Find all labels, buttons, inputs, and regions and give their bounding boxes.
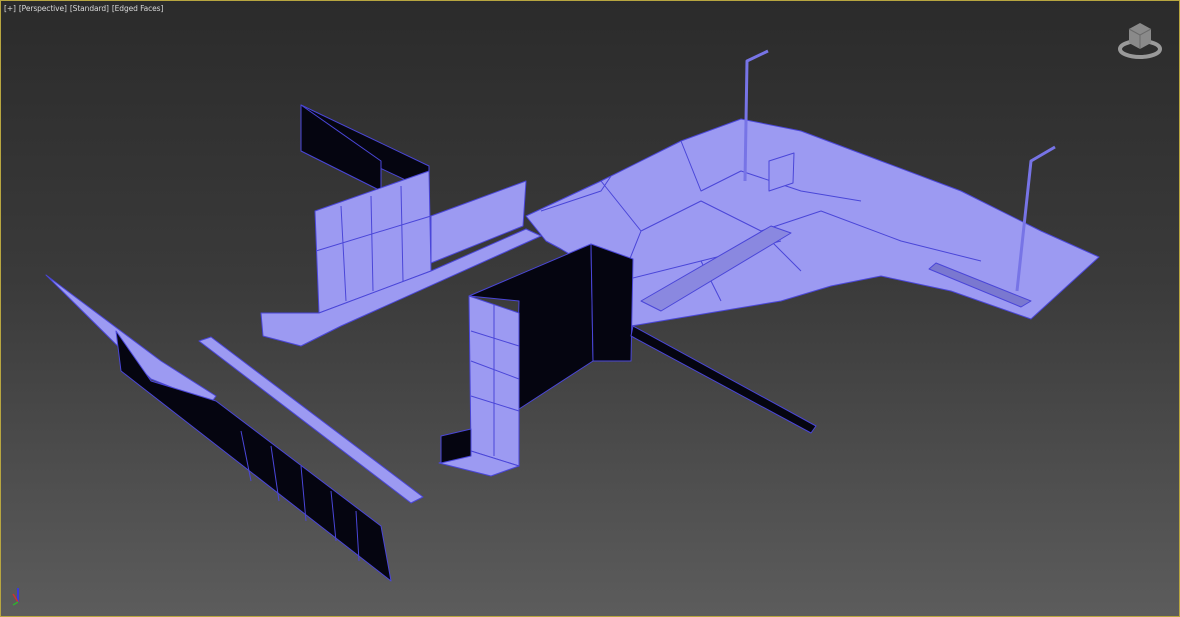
viewcube-icon[interactable] bbox=[1115, 19, 1165, 61]
perspective-viewport[interactable]: [+] [Perspective] [Standard] [Edged Face… bbox=[0, 0, 1180, 617]
axis-tripod-icon bbox=[12, 588, 19, 606]
scene-geometry[interactable] bbox=[1, 1, 1180, 617]
